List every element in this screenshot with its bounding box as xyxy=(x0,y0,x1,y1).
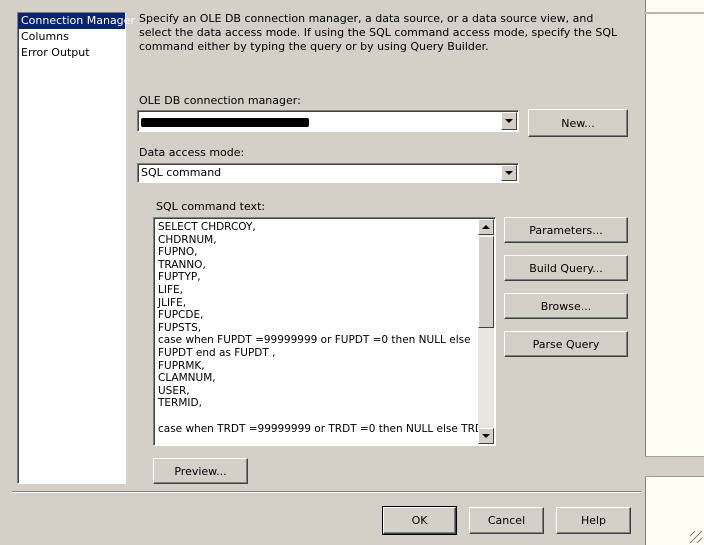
background-strip xyxy=(645,12,704,14)
footer-separator xyxy=(12,491,641,493)
sql-command-textarea[interactable]: SELECT CHDRCOY, CHDRNUM, FUPNO, TRANNO, FUPT… xyxy=(153,217,496,446)
page-description: Specify an OLE DB connection manager, a … xyxy=(139,12,618,53)
chevron-down-icon xyxy=(505,171,513,175)
scroll-down-button[interactable] xyxy=(478,428,494,444)
sql-line: FUPRMK, xyxy=(158,359,205,372)
sql-line: CLAMNUM, xyxy=(158,372,216,385)
data-access-mode-value: SQL command xyxy=(141,166,222,179)
preview-button[interactable]: Preview... xyxy=(153,458,248,484)
arrow-down-icon xyxy=(482,434,490,438)
sql-line: LIFE, xyxy=(158,283,183,296)
scroll-up-button[interactable] xyxy=(478,219,494,235)
data-access-mode-label: Data access mode: xyxy=(139,146,245,159)
sql-line: case when FUPDT =99999999 or FUPDT =0 th… xyxy=(158,334,471,347)
sql-lines: SELECT CHDRCOY, CHDRNUM, FUPNO, TRANNO, FUPT… xyxy=(158,221,490,435)
connection-manager-label: OLE DB connection manager: xyxy=(139,94,301,107)
background-strip xyxy=(645,456,704,477)
nav-item-columns[interactable]: Columns xyxy=(18,29,125,45)
access-mode-dropdown-button[interactable] xyxy=(501,165,517,181)
ok-button[interactable]: OK xyxy=(382,506,457,535)
chevron-down-icon xyxy=(505,119,513,123)
sql-line xyxy=(158,410,475,423)
parameters-button[interactable]: Parameters... xyxy=(504,217,628,243)
sql-line: TERMID, xyxy=(158,397,202,410)
scroll-thumb[interactable] xyxy=(478,236,494,328)
connection-manager-combo[interactable] xyxy=(137,110,519,132)
resize-grip-icon[interactable] xyxy=(690,531,702,543)
new-connection-button[interactable]: New... xyxy=(528,109,628,137)
sql-line: FUPDT end as FUPDT , xyxy=(158,346,276,359)
help-button[interactable]: Help xyxy=(556,507,631,534)
parse-query-button[interactable]: Parse Query xyxy=(504,331,628,357)
redacted-connection-name xyxy=(141,118,309,127)
sql-line: CHDRNUM, xyxy=(158,233,217,246)
nav-item-connection-manager[interactable]: Connection Manager xyxy=(18,13,135,29)
sql-line: FUPTYP, xyxy=(158,271,201,284)
nav-item-error-output[interactable]: Error Output xyxy=(18,45,125,61)
connection-dropdown-button[interactable] xyxy=(501,112,517,130)
sql-line: case when TRDT =99999999 or TRDT =0 then… xyxy=(158,422,490,435)
page-nav-list: Connection Manager Columns Error Output xyxy=(17,12,135,484)
sql-line: TRANNO, xyxy=(158,258,206,271)
arrow-up-icon xyxy=(482,225,490,229)
sql-line: FUPCDE, xyxy=(158,309,204,322)
sql-line: JLIFE, xyxy=(158,296,187,309)
sql-scrollbar[interactable] xyxy=(478,219,494,444)
cancel-button[interactable]: Cancel xyxy=(469,507,544,534)
sql-line: FUPNO, xyxy=(158,246,198,259)
browse-button[interactable]: Browse... xyxy=(504,293,628,319)
sql-command-label: SQL command text: xyxy=(156,200,266,213)
data-access-mode-combo[interactable]: SQL command xyxy=(137,163,519,183)
sql-line: FUPSTS, xyxy=(158,321,202,334)
build-query-button[interactable]: Build Query... xyxy=(504,255,628,281)
sql-line: USER, xyxy=(158,384,190,397)
sql-line: SELECT CHDRCOY, xyxy=(158,221,256,233)
